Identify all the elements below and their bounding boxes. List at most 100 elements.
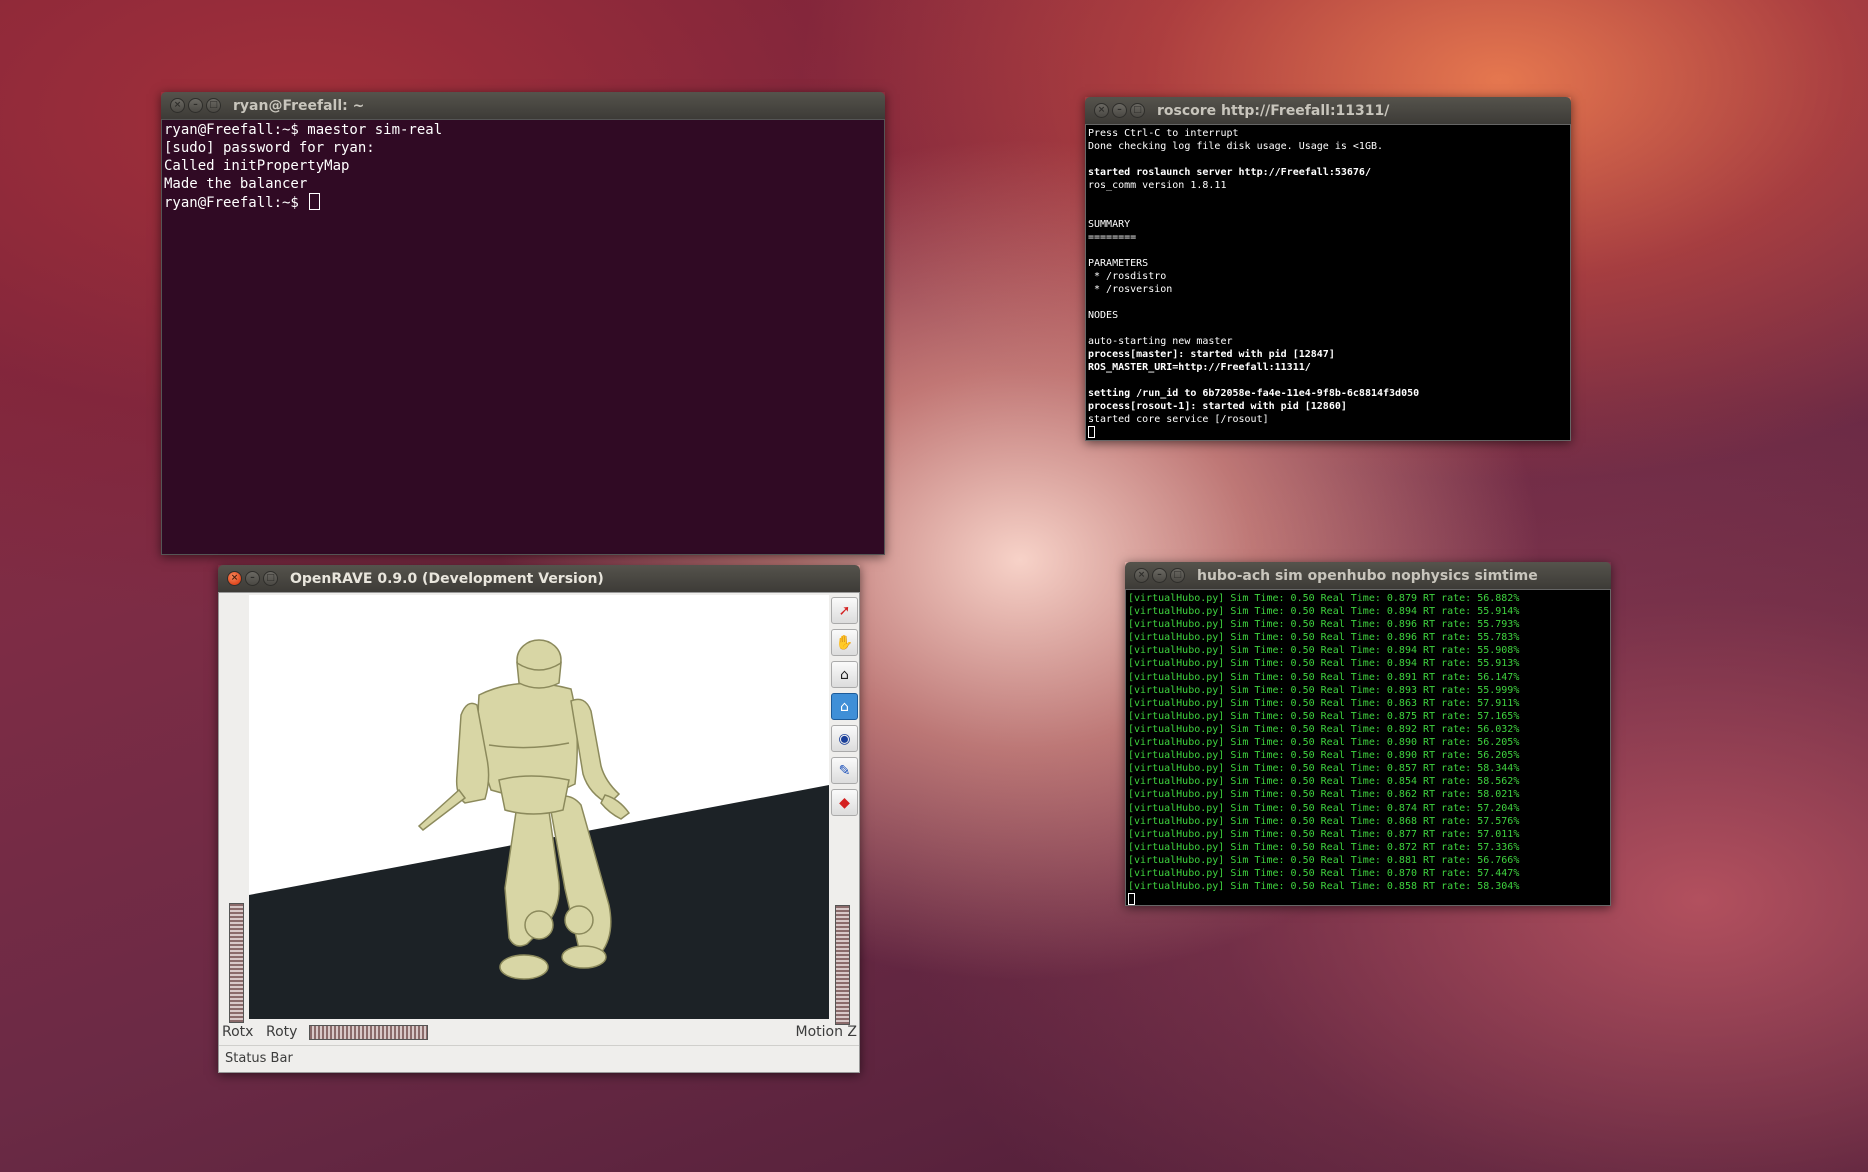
- terminal-line: Press Ctrl-C to interrupt: [1088, 128, 1239, 139]
- minimize-icon[interactable]: –: [1112, 103, 1127, 118]
- viewer-toolbar: ➚ ✋ ⌂ ⌂ ◉ ✎ ◆: [829, 597, 859, 821]
- terminal-line: Made the balancer: [164, 176, 308, 192]
- rotx-slider[interactable]: [229, 903, 244, 1023]
- window-controls: × – □: [227, 571, 278, 586]
- eye-view-icon[interactable]: ◉: [831, 725, 858, 752]
- terminal-line: [virtualHubo.py] Sim Time: 0.50 Real Tim…: [1128, 593, 1520, 604]
- terminal-line: [virtualHubo.py] Sim Time: 0.50 Real Tim…: [1128, 619, 1520, 631]
- terminal-line: SUMMARY: [1088, 219, 1131, 230]
- motion-z-slider[interactable]: [835, 905, 850, 1025]
- text-cursor: [1088, 426, 1095, 438]
- view-home-icon[interactable]: ⌂: [831, 693, 858, 720]
- collision-shape-icon[interactable]: ◆: [831, 789, 858, 816]
- terminal-line: * /rosdistro: [1088, 271, 1167, 282]
- terminal-line: [virtualHubo.py] Sim Time: 0.50 Real Tim…: [1128, 763, 1520, 775]
- maximize-icon[interactable]: □: [1170, 568, 1185, 583]
- terminal-line: * /rosversion: [1088, 284, 1173, 295]
- terminal-line: ROS_MASTER_URI=http://Freefall:11311/: [1088, 362, 1311, 373]
- terminal-line: setting /run_id to 6b72058e-fa4e-11e4-9f…: [1088, 388, 1420, 399]
- terminal-line: process[rosout-1]: started with pid [128…: [1088, 401, 1347, 412]
- terminal-line: [virtualHubo.py] Sim Time: 0.50 Real Tim…: [1128, 632, 1520, 644]
- window-title: ryan@Freefall: ~: [233, 97, 365, 114]
- terminal-line: [virtualHubo.py] Sim Time: 0.50 Real Tim…: [1128, 645, 1520, 657]
- window-controls: × – □: [1134, 568, 1185, 583]
- openrave-titlebar[interactable]: × – □ OpenRAVE 0.9.0 (Development Versio…: [218, 565, 860, 592]
- select-arrow-icon[interactable]: ➚: [831, 597, 858, 624]
- terminal-line: [virtualHubo.py] Sim Time: 0.50 Real Tim…: [1128, 881, 1520, 893]
- terminal-main-titlebar[interactable]: × – □ ryan@Freefall: ~: [161, 92, 885, 119]
- terminal-line: process[master]: started with pid [12847…: [1088, 349, 1335, 360]
- status-bar: Status Bar: [219, 1045, 859, 1072]
- terminal-line: Done checking log file disk usage. Usage…: [1088, 141, 1384, 152]
- close-icon[interactable]: ×: [1134, 568, 1149, 583]
- close-icon[interactable]: ×: [227, 571, 242, 586]
- terminal-line: ryan@Freefall:~$ maestor sim-real: [164, 122, 443, 138]
- status-bar-text: Status Bar: [225, 1051, 293, 1066]
- minimize-icon[interactable]: –: [245, 571, 260, 586]
- window-title: roscore http://Freefall:11311/: [1157, 102, 1390, 119]
- 3d-viewport[interactable]: [249, 595, 829, 1019]
- slider-labels-row: Rotx Roty Motion Z: [219, 1021, 859, 1045]
- terminal-line: [virtualHubo.py] Sim Time: 0.50 Real Tim…: [1128, 867, 1520, 879]
- terminal-line: [virtualHubo.py] Sim Time: 0.50 Real Tim…: [1128, 750, 1520, 762]
- terminal-line: [virtualHubo.py] Sim Time: 0.50 Real Tim…: [1128, 802, 1520, 814]
- terminal-line: [virtualHubo.py] Sim Time: 0.50 Real Tim…: [1128, 776, 1520, 788]
- text-cursor: [309, 193, 321, 210]
- maximize-icon[interactable]: □: [206, 98, 221, 113]
- maximize-icon[interactable]: □: [1130, 103, 1145, 118]
- minimize-icon[interactable]: –: [188, 98, 203, 113]
- terminal-window-hubo[interactable]: × – □ hubo-ach sim openhubo nophysics si…: [1125, 562, 1611, 906]
- close-icon[interactable]: ×: [170, 98, 185, 113]
- roty-label: Roty: [266, 1024, 298, 1040]
- window-title: OpenRAVE 0.9.0 (Development Version): [290, 570, 604, 587]
- terminal-line: [virtualHubo.py] Sim Time: 0.50 Real Tim…: [1128, 789, 1520, 801]
- terminal-roscore-output[interactable]: Press Ctrl-C to interrupt Done checking l…: [1085, 124, 1571, 441]
- terminal-roscore-titlebar[interactable]: × – □ roscore http://Freefall:11311/: [1085, 97, 1571, 124]
- terminal-window-roscore[interactable]: × – □ roscore http://Freefall:11311/ Pre…: [1085, 97, 1571, 441]
- rotx-label: Rotx: [222, 1024, 254, 1040]
- terminal-prompt-line[interactable]: ryan@Freefall:~$: [164, 193, 882, 212]
- camera-home-icon[interactable]: ⌂: [831, 661, 858, 688]
- terminal-line: [virtualHubo.py] Sim Time: 0.50 Real Tim…: [1128, 737, 1520, 749]
- text-cursor: [1128, 893, 1135, 906]
- prompt-text: ryan@Freefall:~$: [164, 195, 308, 211]
- terminal-line: [sudo] password for ryan:: [164, 140, 375, 156]
- terminal-line: [virtualHubo.py] Sim Time: 0.50 Real Tim…: [1128, 671, 1520, 683]
- terminal-line: [virtualHubo.py] Sim Time: 0.50 Real Tim…: [1128, 710, 1520, 722]
- terminal-window-main[interactable]: × – □ ryan@Freefall: ~ ryan@Freefall:~$ …: [161, 92, 885, 555]
- window-controls: × – □: [1094, 103, 1145, 118]
- terminal-line: started roslaunch server http://Freefall…: [1088, 167, 1371, 178]
- terminal-line: NODES: [1088, 310, 1119, 321]
- terminal-line: auto-starting new master: [1088, 336, 1233, 347]
- maximize-icon[interactable]: □: [263, 571, 278, 586]
- openrave-body: ➚ ✋ ⌂ ⌂ ◉ ✎ ◆ Rotx Roty Motion Z Status Bar: [218, 592, 860, 1073]
- openrave-window[interactable]: × – □ OpenRAVE 0.9.0 (Development Versio…: [218, 565, 860, 1073]
- roty-slider[interactable]: [309, 1025, 428, 1040]
- terminal-line: [virtualHubo.py] Sim Time: 0.50 Real Tim…: [1128, 684, 1520, 696]
- brush-icon[interactable]: ✎: [831, 757, 858, 784]
- terminal-line: started core service [/rosout]: [1088, 414, 1269, 425]
- terminal-line: [virtualHubo.py] Sim Time: 0.50 Real Tim…: [1128, 697, 1520, 709]
- terminal-line: [virtualHubo.py] Sim Time: 0.50 Real Tim…: [1128, 854, 1520, 866]
- minimize-icon[interactable]: –: [1152, 568, 1167, 583]
- terminal-hubo-output[interactable]: [virtualHubo.py] Sim Time: 0.50 Real Tim…: [1125, 589, 1611, 906]
- hand-pan-icon[interactable]: ✋: [831, 629, 858, 656]
- motion-z-label: Motion Z: [795, 1024, 857, 1040]
- robot-scene: [249, 639, 829, 1019]
- terminal-line: Called initPropertyMap: [164, 158, 350, 174]
- window-title: hubo-ach sim openhubo nophysics simtime: [1197, 567, 1538, 584]
- terminal-line: [virtualHubo.py] Sim Time: 0.50 Real Tim…: [1128, 841, 1520, 853]
- close-icon[interactable]: ×: [1094, 103, 1109, 118]
- terminal-main-output[interactable]: ryan@Freefall:~$ maestor sim-real [sudo] …: [161, 119, 885, 555]
- window-controls: × – □: [170, 98, 221, 113]
- terminal-line: [virtualHubo.py] Sim Time: 0.50 Real Tim…: [1128, 606, 1520, 618]
- terminal-hubo-titlebar[interactable]: × – □ hubo-ach sim openhubo nophysics si…: [1125, 562, 1611, 589]
- terminal-line: PARAMETERS: [1088, 258, 1149, 269]
